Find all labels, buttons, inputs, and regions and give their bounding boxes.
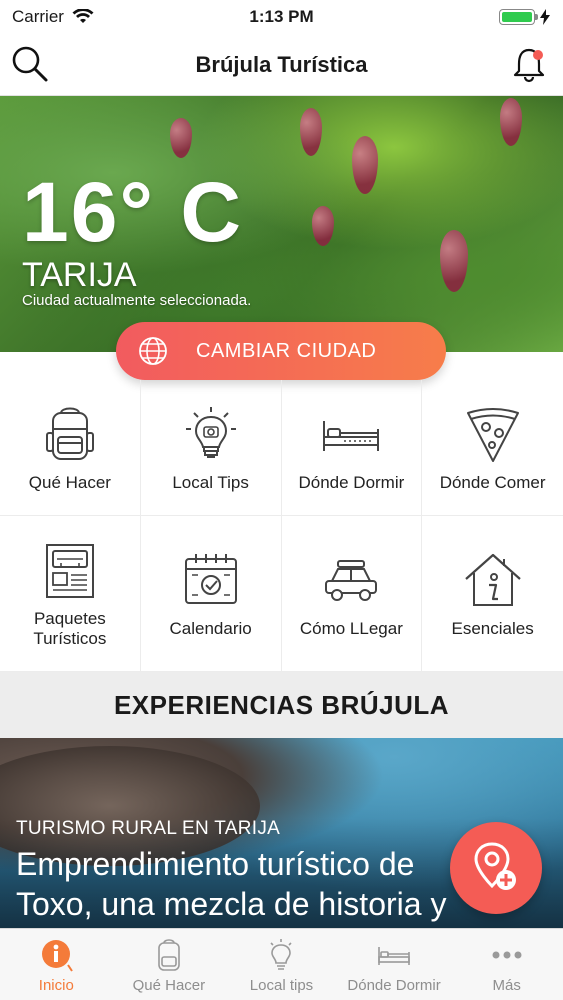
pizza-icon (466, 407, 519, 462)
backpack-icon (158, 939, 180, 971)
category-label: Local Tips (172, 472, 249, 492)
category-label: Cómo LLegar (299, 618, 403, 638)
tab-bar: Inicio Qué Hacer Local tips Dónde Dormir (0, 928, 563, 1000)
category-label: Dónde Comer (439, 472, 546, 492)
tab-label: Dónde Dormir (347, 977, 441, 994)
tab-inicio[interactable]: Inicio (0, 929, 113, 1000)
page-title: Brújula Turística (195, 51, 368, 77)
info-icon (42, 940, 74, 972)
category-calendario[interactable]: Calendario (140, 516, 282, 672)
globe-icon (139, 337, 167, 365)
category-donde-dormir[interactable]: Dónde Dormir (281, 380, 423, 516)
lightbulb-icon (185, 406, 236, 458)
tab-mas[interactable]: Más (450, 929, 563, 1000)
add-location-pin-icon (474, 842, 516, 890)
tab-local-tips[interactable]: Local tips (225, 929, 338, 1000)
category-donde-comer[interactable]: Dónde Comer (422, 380, 563, 516)
status-right (499, 9, 551, 25)
city-name: TARIJA (22, 256, 137, 294)
nav-bar: Brújula Turística (0, 34, 563, 96)
charging-bolt-icon (540, 9, 550, 25)
newspaper-icon (45, 543, 94, 598)
category-que-hacer[interactable]: Qué Hacer (0, 380, 141, 516)
lightbulb-icon (270, 939, 293, 970)
tab-label: Qué Hacer (132, 977, 206, 994)
bed-icon (323, 420, 380, 451)
change-city-label: CAMBIAR CIUDAD (196, 339, 377, 362)
notification-bell-icon[interactable] (509, 44, 549, 84)
temperature-value: 16° C (22, 165, 244, 259)
more-icon (492, 951, 522, 959)
category-esenciales[interactable]: Esenciales (422, 516, 563, 672)
bed-icon (378, 947, 410, 965)
carrier-label: Carrier (12, 7, 64, 26)
battery-icon (499, 9, 538, 25)
grape-decoration (170, 118, 192, 158)
status-left: Carrier (12, 7, 94, 27)
calendar-icon (184, 553, 237, 604)
add-location-button[interactable] (450, 822, 542, 914)
experience-kicker: TURISMO RURAL EN TARIJA (16, 818, 281, 839)
battery-level (502, 12, 532, 22)
grape-decoration (312, 206, 334, 246)
tab-donde-dormir[interactable]: Dónde Dormir (338, 929, 451, 1000)
tab-label: Local tips (249, 977, 314, 994)
category-grid: Qué Hacer Local Tips Dónde Dormir Dónde … (0, 380, 563, 672)
grape-decoration (352, 136, 378, 194)
tab-que-hacer[interactable]: Qué Hacer (113, 929, 226, 1000)
category-label: Calendario (169, 618, 252, 638)
car-icon (325, 559, 378, 601)
category-paquetes-turisticos[interactable]: Paquetes Turísticos (0, 516, 141, 672)
experiences-header: EXPERIENCIAS BRÚJULA (0, 672, 563, 738)
category-label: Dónde Dormir (298, 472, 405, 492)
category-label: Qué Hacer (28, 472, 111, 492)
category-como-llegar[interactable]: Cómo LLegar (281, 516, 423, 672)
grape-decoration (500, 98, 522, 146)
wifi-icon (72, 9, 94, 23)
tab-label: Inicio (38, 977, 74, 994)
city-subtitle: Ciudad actualmente seleccionada. (22, 292, 252, 309)
backpack-icon (45, 407, 94, 460)
grape-decoration (440, 230, 468, 292)
category-label: Paquetes Turísticos (33, 608, 107, 648)
info-house-icon (464, 553, 521, 606)
category-local-tips[interactable]: Local Tips (140, 380, 282, 516)
category-label: Esenciales (451, 618, 534, 638)
hero-banner: 16° C TARIJA Ciudad actualmente seleccio… (0, 96, 563, 352)
change-city-button[interactable]: CAMBIAR CIUDAD (116, 322, 446, 380)
tab-label: Más (492, 977, 521, 994)
status-bar: Carrier 1:13 PM (0, 0, 563, 34)
grape-decoration (300, 108, 322, 156)
search-icon[interactable] (10, 44, 50, 84)
